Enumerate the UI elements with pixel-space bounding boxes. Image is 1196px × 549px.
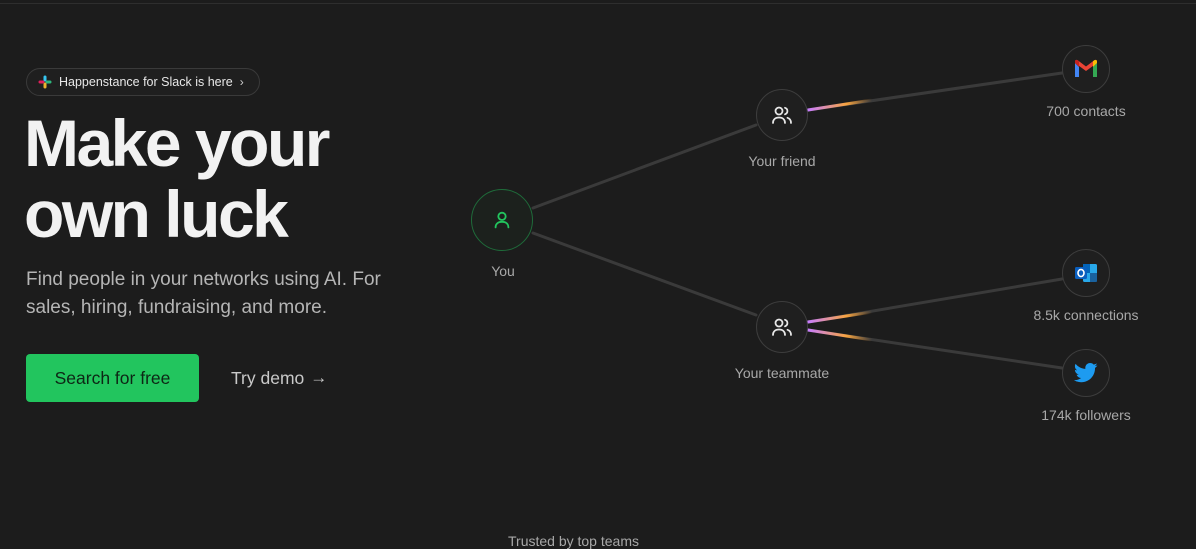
edge-you-teammate <box>531 231 758 317</box>
gmail-icon <box>1075 59 1097 77</box>
edge-glow-gmail <box>806 98 874 112</box>
node-twitter <box>1062 349 1110 397</box>
node-teammate <box>756 301 808 353</box>
node-twitter-label: 174k followers <box>1041 407 1131 423</box>
user-icon <box>494 211 510 229</box>
node-gmail-label: 700 contacts <box>1046 103 1126 119</box>
node-gmail <box>1062 45 1110 93</box>
users-icon <box>772 318 792 336</box>
node-you <box>471 189 533 251</box>
outlook-icon <box>1075 264 1097 282</box>
twitter-icon <box>1074 363 1098 383</box>
node-outlook <box>1062 249 1110 297</box>
edge-glow-outlook <box>806 310 874 324</box>
node-friend <box>756 89 808 141</box>
node-outlook-label: 8.5k connections <box>1033 307 1139 323</box>
node-friend-label: Your friend <box>748 153 816 169</box>
network-graph-lines <box>531 71 1064 370</box>
edge-glow-twitter <box>806 328 874 342</box>
node-teammate-label: Your teammate <box>734 365 830 381</box>
trusted-by-heading: Trusted by top teams <box>508 533 639 549</box>
users-icon <box>772 106 792 124</box>
edge-you-friend <box>531 123 758 210</box>
node-you-label: You <box>491 263 515 279</box>
